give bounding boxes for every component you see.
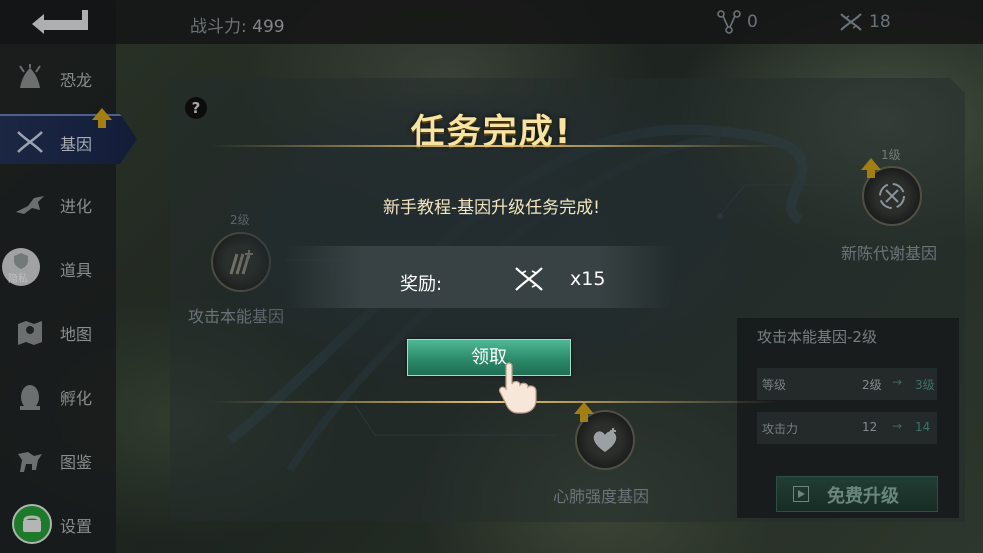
reward-quantity: x15 (570, 268, 606, 290)
bottom-divider (210, 401, 780, 403)
modal-message: 新手教程-基因升级任务完成! (383, 198, 600, 218)
claim-button[interactable]: 领取 (407, 339, 571, 376)
pointing-hand-icon (498, 362, 537, 414)
title-divider (210, 145, 780, 147)
dna-reward-icon (515, 267, 543, 291)
reward-band (285, 246, 675, 308)
reward-label: 奖励: (400, 274, 443, 295)
